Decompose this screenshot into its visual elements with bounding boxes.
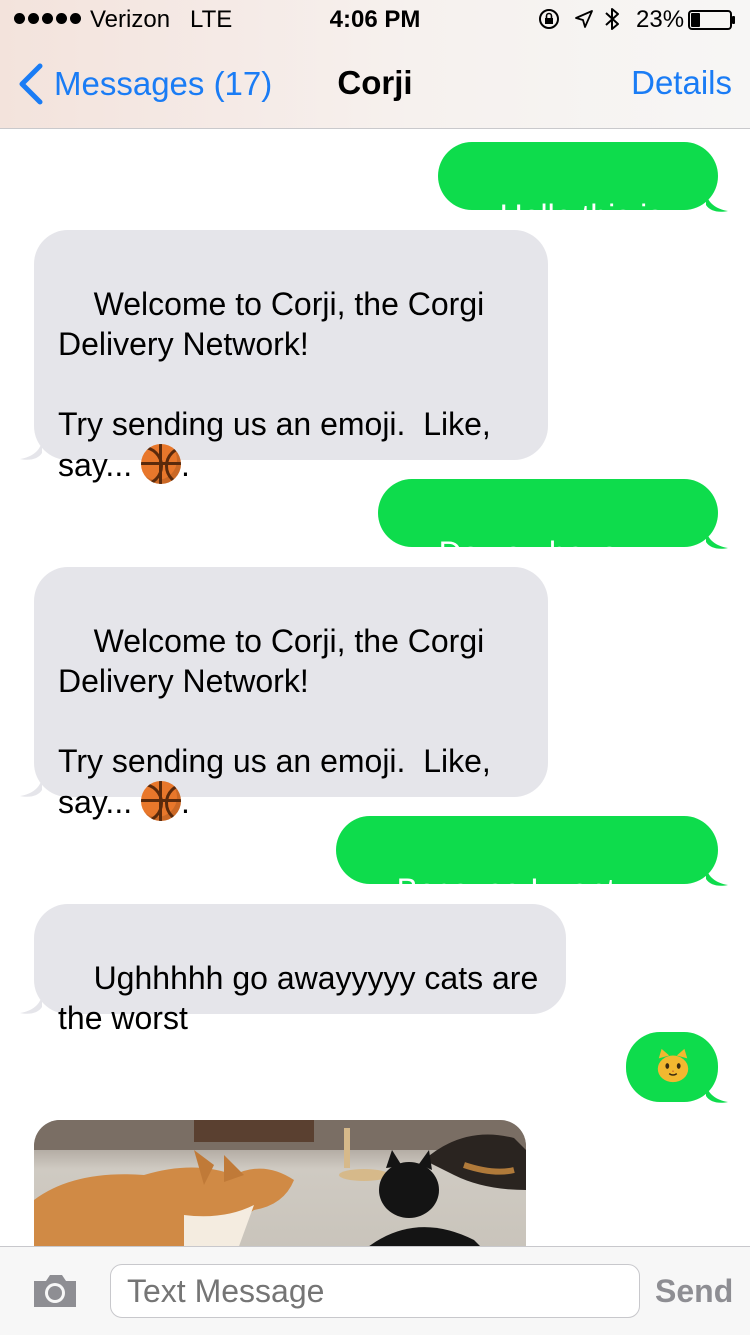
top-bar: Verizon LTE 4:06 PM 23% Messages (17) Co… — [0, 0, 750, 129]
bubble-tail — [706, 530, 728, 549]
bubble-tail — [706, 193, 728, 212]
orientation-lock-icon — [539, 9, 559, 29]
chevron-left-icon — [19, 63, 43, 105]
bubble-tail — [706, 867, 728, 886]
message-text-end: . — [180, 447, 190, 483]
navigation-bar: Messages (17) Corji Details — [0, 40, 750, 128]
corgi-and-cat-photo[interactable] — [34, 1120, 526, 1246]
outgoing-message[interactable]: Because I want catnip — [336, 816, 718, 948]
message-text-end: . — [180, 784, 190, 820]
cat-face-emoji-icon — [657, 1048, 689, 1083]
details-button[interactable]: Details — [631, 64, 732, 102]
message-text: Ughhhhh go awayyyyy cats are the worst — [58, 960, 539, 1036]
send-button[interactable]: Send — [655, 1273, 733, 1310]
bubble-tail — [706, 1084, 728, 1103]
message-input[interactable] — [110, 1264, 640, 1318]
basketball-emoji-icon — [140, 444, 181, 484]
message-text: Welcome to Corji, the Corgi Delivery Net… — [58, 286, 491, 483]
compose-bar: Send — [0, 1246, 750, 1335]
bubble-tail — [20, 995, 42, 1014]
back-button[interactable]: Messages (17) — [18, 62, 272, 106]
incoming-message[interactable]: Ughhhhh go awayyyyy cats are the worst — [34, 904, 566, 1036]
outgoing-message[interactable] — [626, 1032, 718, 1102]
basketball-emoji-icon — [140, 781, 181, 821]
outgoing-message[interactable]: Hello this is cat — [438, 142, 718, 274]
photo-content — [34, 1120, 526, 1246]
back-button-label: Messages (17) — [54, 65, 273, 102]
location-arrow-icon — [575, 10, 593, 28]
incoming-message[interactable]: Welcome to Corji, the Corgi Delivery Net… — [34, 567, 548, 821]
bubble-tail — [20, 778, 42, 797]
bubble-tail — [20, 441, 42, 460]
bluetooth-icon — [605, 8, 619, 30]
battery-percent: 23% — [636, 6, 685, 33]
camera-icon[interactable] — [30, 1271, 80, 1311]
message-thread[interactable]: Hello this is cat Welcome to Corji, the … — [0, 129, 750, 1246]
message-text: Welcome to Corji, the Corgi Delivery Net… — [58, 623, 491, 820]
battery-icon — [688, 10, 735, 30]
incoming-message[interactable]: Welcome to Corji, the Corgi Delivery Net… — [34, 230, 548, 484]
status-bar: Verizon LTE 4:06 PM 23% — [0, 0, 750, 40]
outgoing-message[interactable]: Do you have catnip — [378, 479, 718, 611]
